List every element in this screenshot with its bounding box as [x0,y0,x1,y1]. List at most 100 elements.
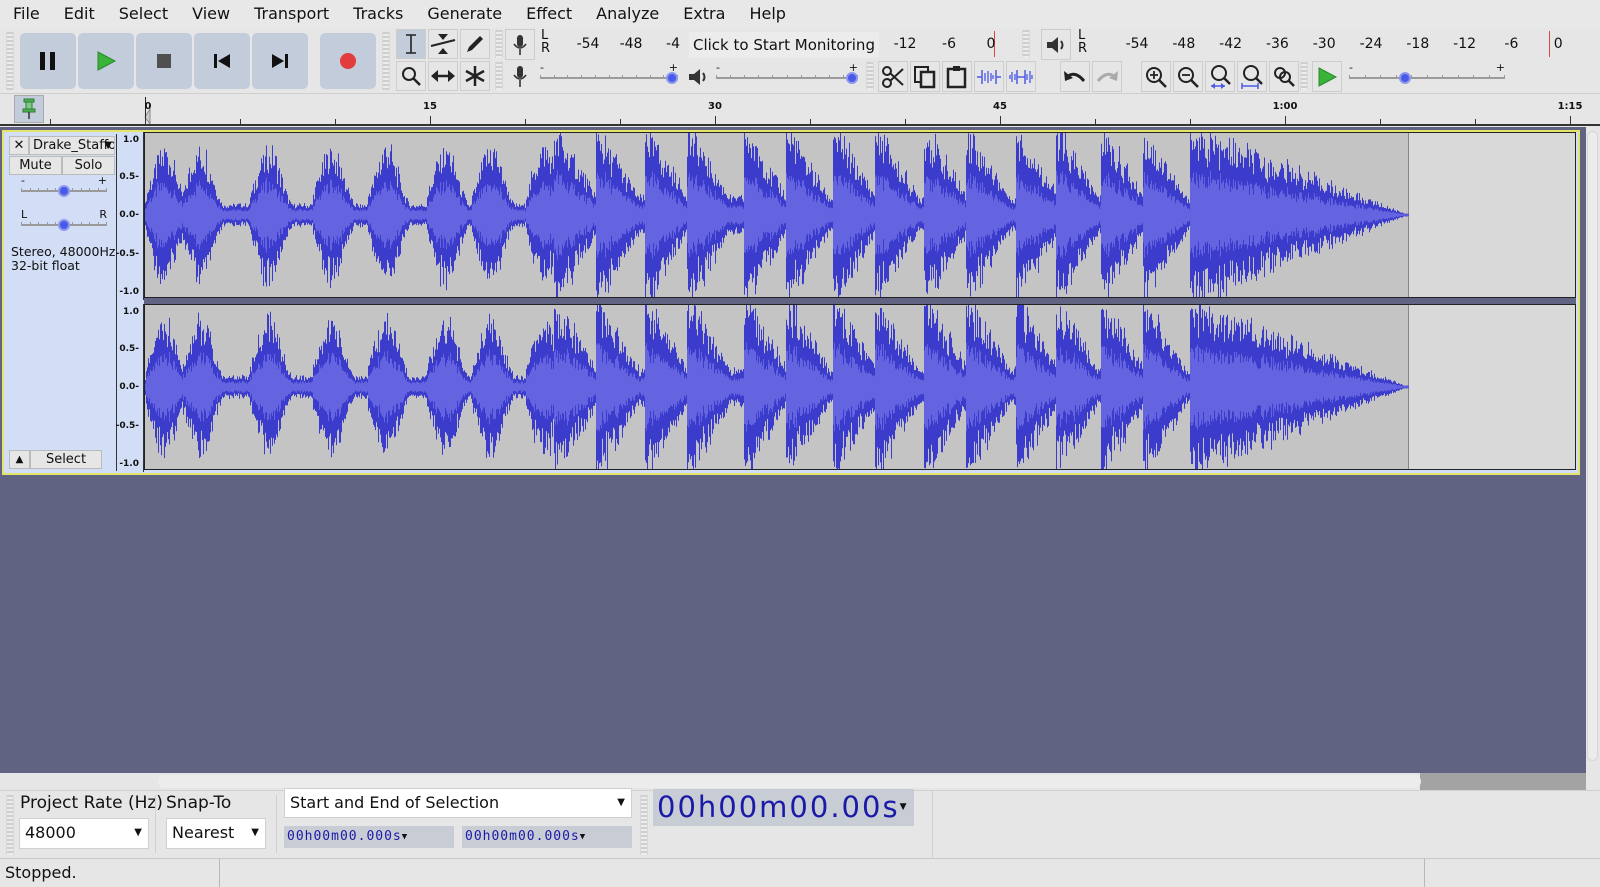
horizontal-scrollbar[interactable] [0,773,1586,790]
menu-transport[interactable]: Transport [242,0,341,28]
status-segment [220,859,1425,887]
silence-audio-button[interactable] [1006,61,1036,92]
fit-selection-button[interactable] [1205,61,1235,92]
pause-button[interactable] [20,33,76,89]
amplitude-label: 1.0 [123,307,139,317]
selection-start-time[interactable]: 00h00m00.000s▼ [284,826,454,848]
menu-generate[interactable]: Generate [415,0,514,28]
meter-tick-label: -18 [1406,36,1430,52]
play-button[interactable] [78,33,134,89]
slider-tick [594,75,596,79]
waveform-channel-left[interactable] [144,132,1576,298]
pencil-icon [467,36,483,52]
slider-thumb[interactable] [58,185,70,197]
record-button[interactable] [320,33,376,89]
fit-project-button[interactable] [1237,61,1267,92]
vertical-scrollbar[interactable] [1586,127,1600,773]
menu-extra[interactable]: Extra [671,0,737,28]
copy-button[interactable] [910,61,940,92]
skip-to-end-button[interactable] [252,33,308,89]
audio-track[interactable]: ✕ Drake_Staffo ▼ Mute Solo - + LR Stereo, … [2,130,1580,475]
trim-audio-button[interactable] [974,61,1004,92]
close-track-button[interactable]: ✕ [9,136,29,155]
slider-tick [72,222,73,226]
horizontal-scroll-thumb[interactable] [158,775,1421,788]
time-toolbar-grip[interactable] [640,795,648,855]
draw-tool-button[interactable] [460,29,490,59]
project-rate-select[interactable]: 48000 ▼ [19,818,149,849]
mixer-toolbar-grip[interactable] [495,62,503,90]
recording-volume-slider[interactable]: - + [540,61,678,85]
slider-tick [649,75,651,79]
playback-meter-grip[interactable] [1022,30,1030,58]
pin-playhead-button[interactable] [14,95,44,123]
record-meter-grip[interactable] [495,30,503,58]
playback-meter[interactable]: LR -54 -48 -42 -36 -30 -24 -18 -12 -6 0 [1074,29,1564,57]
track-area[interactable]: ✕ Drake_Staffo ▼ Mute Solo - + LR Stereo, … [0,127,1586,773]
menu-analyze[interactable]: Analyze [584,0,671,28]
slider-min-label: - [540,61,544,74]
mute-button[interactable]: Mute [9,156,62,175]
menu-tracks[interactable]: Tracks [341,0,415,28]
record-meter-button[interactable] [505,29,535,60]
separator [276,795,277,853]
project-rate-value: 48000 [25,823,76,842]
dropdown-arrow-icon: ▼ [617,797,625,808]
redo-button[interactable] [1092,61,1122,92]
zoom-out-button[interactable] [1173,61,1203,92]
select-track-button[interactable]: Select [30,450,102,469]
track-name-menu[interactable]: Drake_Staffo ▼ [29,136,115,155]
tools-toolbar-grip[interactable] [382,32,390,90]
selection-toolbar-grip[interactable] [6,795,14,855]
slider-thumb[interactable] [846,72,858,84]
vertical-scroll-thumb[interactable] [1587,131,1598,761]
pan-slider[interactable]: LR [21,208,107,232]
snap-to-select[interactable]: Nearest ▼ [166,818,266,849]
slider-thumb[interactable] [58,219,70,231]
transport-toolbar-grip[interactable] [6,32,14,90]
collapse-track-button[interactable]: ▲ [9,450,30,469]
menu-edit[interactable]: Edit [52,0,107,28]
menu-effect[interactable]: Effect [514,0,584,28]
menu-file[interactable]: File [13,0,52,28]
multi-tool-button[interactable] [460,61,490,91]
stop-button[interactable] [136,33,192,89]
zoom-toggle-button[interactable] [1269,61,1299,92]
audio-position-display[interactable]: 00h00m00.00s▼ [653,789,915,826]
slider-thumb[interactable] [666,72,678,84]
playback-meter-button[interactable] [1041,29,1071,60]
waveform-channel-right[interactable] [144,304,1576,470]
zoom-in-button[interactable] [1141,61,1171,92]
slider-thumb[interactable] [1399,72,1412,84]
play-at-speed-slider[interactable]: - + [1349,61,1505,85]
undo-button[interactable] [1060,61,1090,92]
play-at-speed-button[interactable] [1312,61,1342,92]
play-at-speed-grip[interactable] [1300,62,1308,90]
ruler-tick [905,119,906,124]
selection-tool-button[interactable] [396,29,426,59]
record-meter[interactable]: LR -54-48-48-12-60 Click to Start Monito… [537,29,1017,58]
recording-volume-icon [511,65,529,93]
playback-volume-slider[interactable]: - + [716,61,858,85]
envelope-tool-button[interactable] [428,29,458,59]
zoom-tool-button[interactable] [396,61,426,91]
cut-button[interactable] [878,61,908,92]
menu-view[interactable]: View [180,0,242,28]
slider-tick [1426,75,1428,79]
skip-to-start-button[interactable] [194,33,250,89]
dropdown-arrow-icon: ▼ [899,802,909,812]
selection-end-time[interactable]: 00h00m00.000s▼ [462,826,632,848]
skip-to-start-icon [214,54,230,68]
menu-help[interactable]: Help [737,0,797,28]
start-monitoring-tooltip[interactable]: Click to Start Monitoring [689,32,879,58]
i-beam-icon [406,34,416,54]
solo-button[interactable]: Solo [62,156,115,175]
edit-toolbar-grip[interactable] [866,62,874,90]
paste-button[interactable] [942,61,972,92]
menu-select[interactable]: Select [107,0,180,28]
slider-tick [567,75,569,79]
gain-slider[interactable]: - + [21,174,107,198]
selection-mode-select[interactable]: Start and End of Selection ▼ [284,788,632,818]
time-shift-tool-button[interactable] [428,61,458,91]
timeline-ruler[interactable]: 0 15 30 45 1:00 1:15 [0,94,1600,126]
